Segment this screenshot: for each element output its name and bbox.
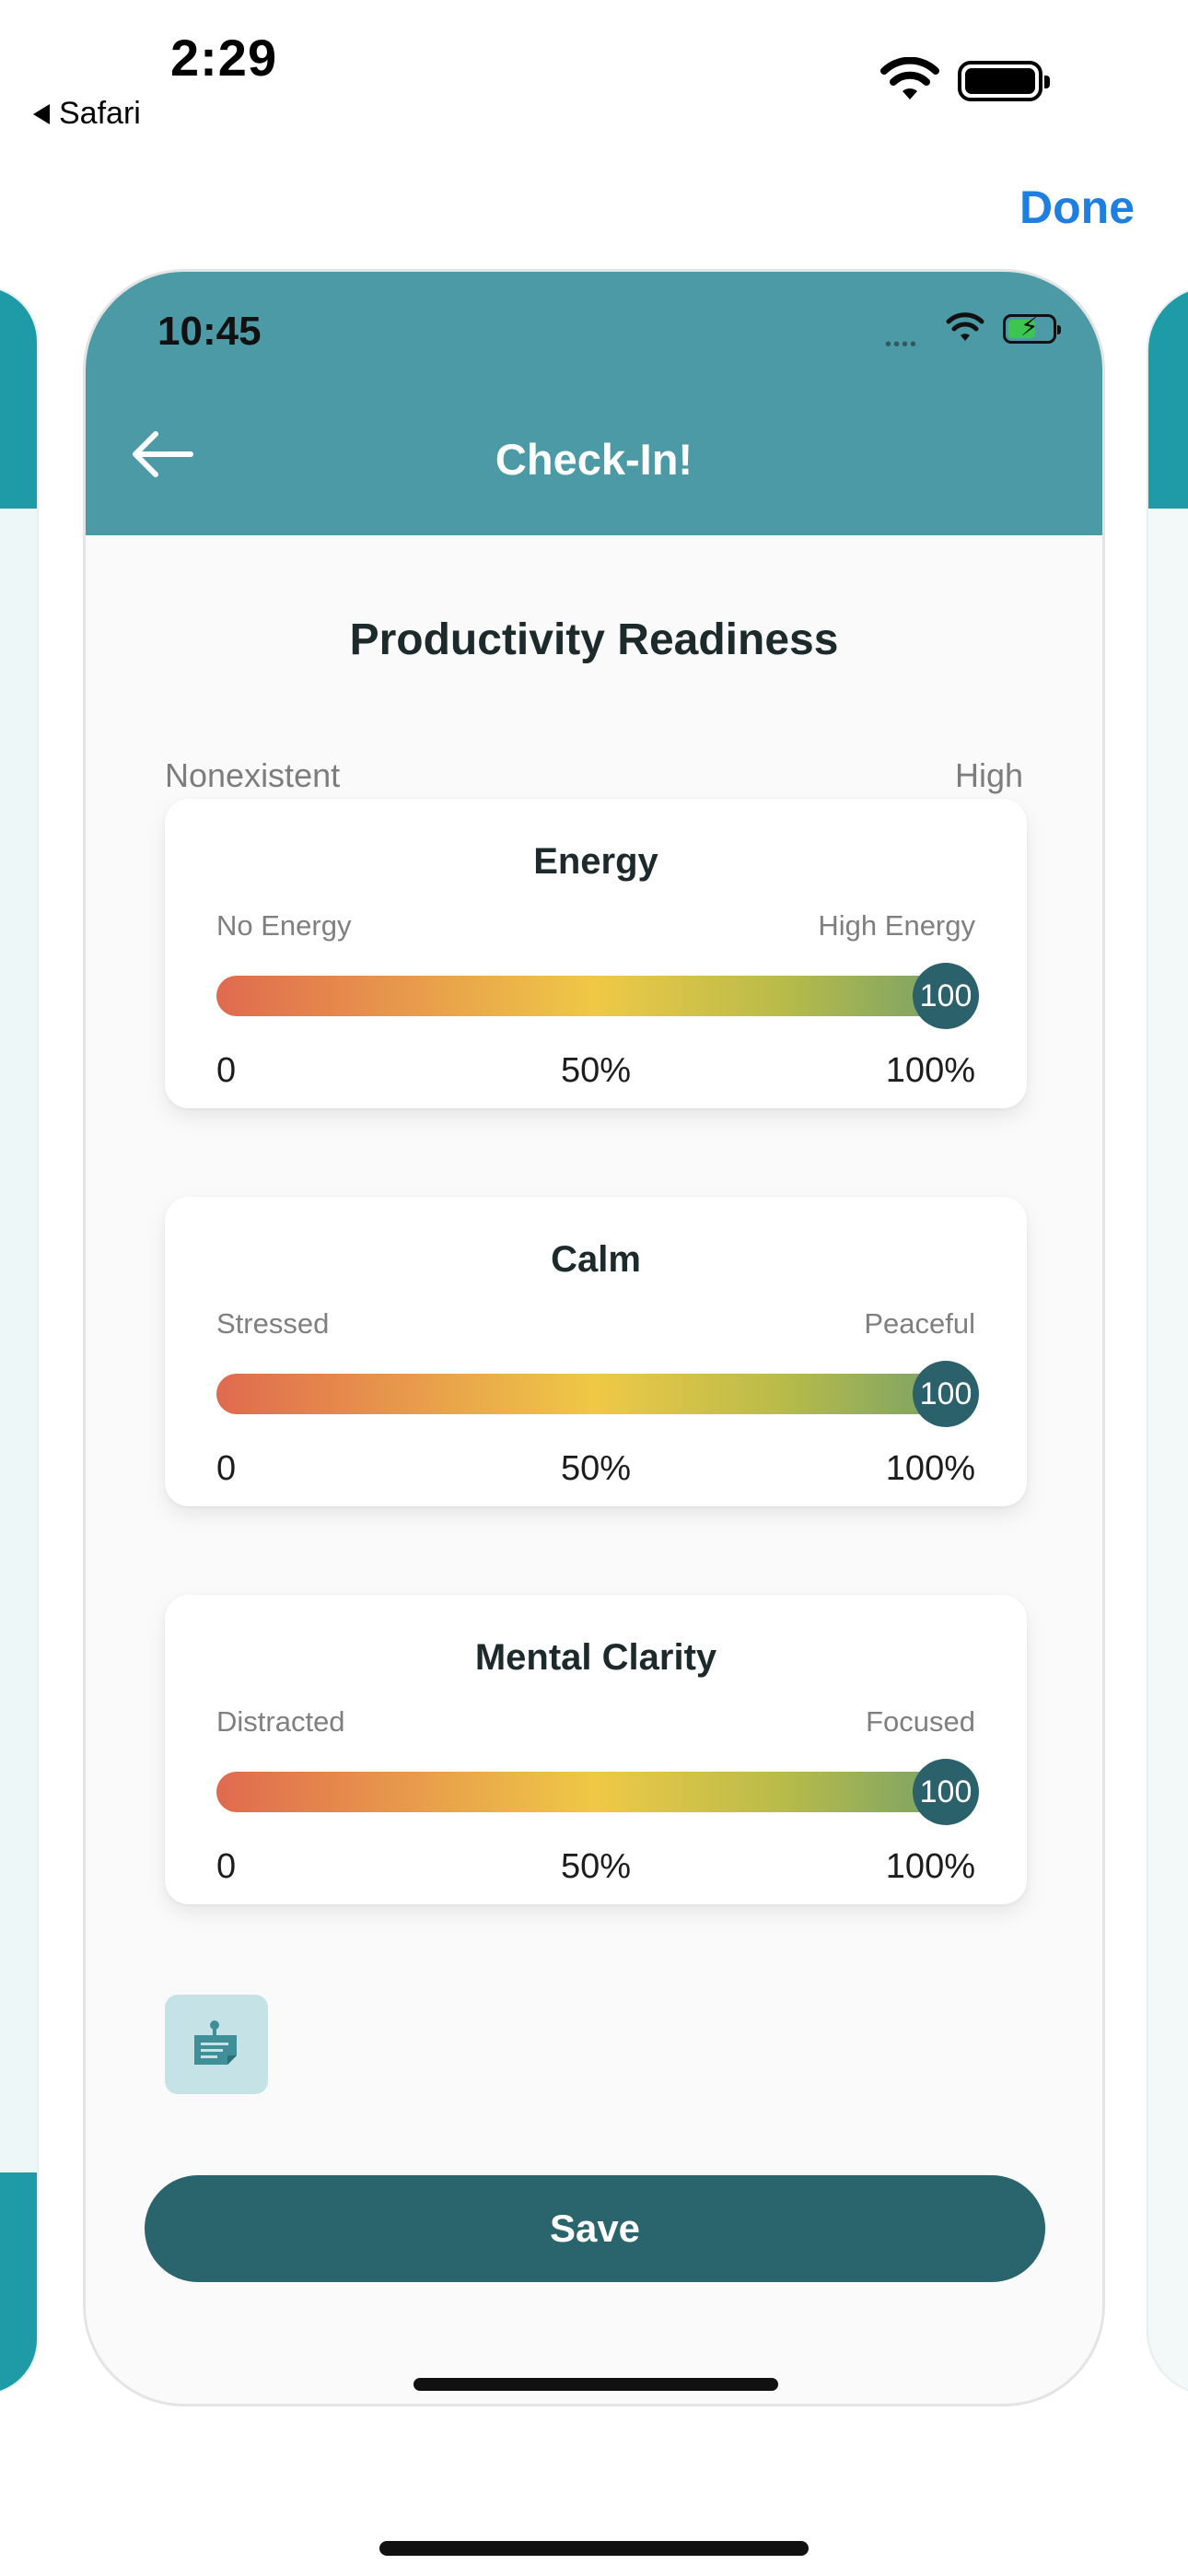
tick-max: 100% — [885, 1051, 975, 1090]
back-triangle-icon — [33, 103, 50, 124]
phone-preview: 10:45 •••• ⚡ Check-In! Productivity Read… — [83, 269, 1105, 2406]
save-button[interactable]: Save — [145, 2175, 1045, 2282]
scale-high-label: High — [954, 756, 1023, 794]
slider-card-calm: Calm Stressed Peaceful 100 0 50% 100% — [165, 1197, 1027, 1506]
inner-home-indicator — [413, 2378, 778, 2391]
app-header: 10:45 •••• ⚡ Check-In! — [86, 272, 1102, 535]
slider-card-mental-clarity: Mental Clarity Distracted Focused 100 0 … — [165, 1595, 1027, 1904]
os-status-time: 2:29 — [170, 29, 278, 87]
energy-slider-thumb[interactable]: 100 — [913, 963, 979, 1029]
header-title: Check-In! — [495, 435, 693, 484]
tick-max: 100% — [885, 1847, 975, 1886]
note-icon — [194, 2020, 237, 2065]
inner-battery-charging-icon: ⚡ — [1003, 314, 1061, 344]
calm-slider-track[interactable]: 100 — [216, 1361, 979, 1427]
back-to-safari[interactable]: Safari — [33, 96, 141, 132]
screen: 2:29 Safari Done 10:45 •••• ⚡ Check-In! … — [0, 0, 1188, 2576]
slider-title: Mental Clarity — [474, 1637, 717, 1678]
home-indicator[interactable] — [379, 2541, 809, 2556]
mental-clarity-slider-track[interactable]: 100 — [216, 1759, 979, 1825]
slider-title: Energy — [533, 841, 658, 882]
page-title: Productivity Readiness — [349, 615, 839, 664]
next-card-preview[interactable] — [1147, 286, 1188, 2395]
calm-slider-thumb[interactable]: 100 — [913, 1361, 979, 1427]
inner-status-time: 10:45 — [157, 309, 262, 354]
tick-max: 100% — [885, 1449, 975, 1488]
slider-low-label: Stressed — [216, 1307, 330, 1340]
slider-high-label: Focused — [866, 1705, 975, 1738]
slider-low-label: No Energy — [216, 909, 352, 942]
slider-low-label: Distracted — [216, 1705, 345, 1738]
mental-clarity-slider-thumb[interactable]: 100 — [913, 1759, 979, 1825]
inner-wifi-icon — [946, 312, 984, 341]
done-button[interactable]: Done — [1019, 181, 1135, 234]
slider-high-label: High Energy — [818, 909, 975, 942]
previous-card-preview[interactable] — [0, 286, 39, 2395]
add-note-button[interactable] — [165, 1995, 268, 2094]
scale-low-label: Nonexistent — [165, 756, 341, 794]
back-to-safari-label: Safari — [59, 96, 141, 131]
wifi-icon — [880, 57, 939, 100]
battery-icon — [958, 61, 1050, 101]
slider-title: Calm — [551, 1239, 641, 1280]
cellular-signal-icon: •••• — [885, 334, 919, 355]
slider-card-energy: Energy No Energy High Energy 100 0 50% 1… — [165, 799, 1027, 1108]
energy-slider-track[interactable]: 100 — [216, 963, 979, 1029]
slider-high-label: Peaceful — [864, 1307, 975, 1340]
